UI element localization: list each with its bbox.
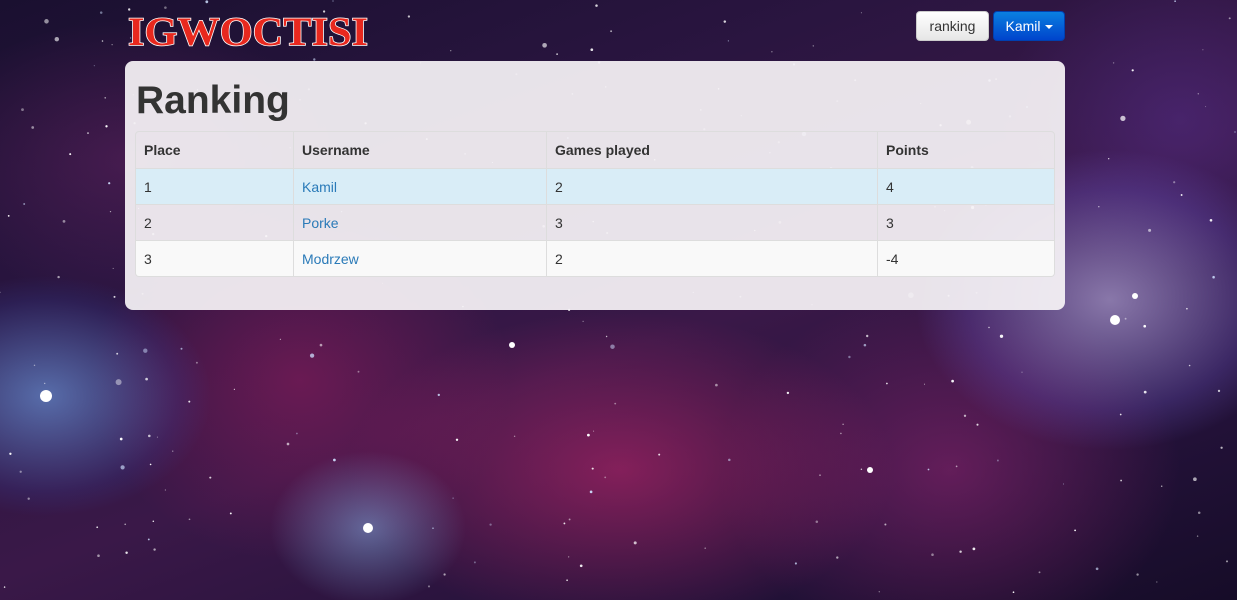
cell-games-played: 2 (546, 240, 877, 276)
username-link[interactable]: Kamil (302, 179, 337, 195)
cell-points: -4 (877, 240, 1054, 276)
column-header-place: Place (144, 142, 181, 158)
ranking-button[interactable]: ranking (916, 11, 989, 41)
svg-text:IGWOCTISI: IGWOCTISI (128, 9, 368, 52)
user-menu-button[interactable]: Kamil (993, 11, 1065, 41)
column-header-points: Points (877, 132, 1054, 168)
username-link[interactable]: Modrzew (302, 251, 359, 267)
table-row: 2 Porke 3 3 (136, 204, 1054, 240)
ranking-panel: Ranking Place Username Games played Poin… (125, 61, 1065, 310)
column-header-games-played: Games played (546, 132, 877, 168)
site-logo[interactable]: IGWOCTISI (126, 8, 372, 52)
table-header-row: Place Username Games played Points (136, 132, 1054, 168)
column-header-username: Username (293, 132, 546, 168)
table-row: 1 Kamil 2 4 (136, 168, 1054, 204)
table-row: 3 Modrzew 2 -4 (136, 240, 1054, 276)
cell-points: 3 (877, 204, 1054, 240)
cell-points: 4 (877, 168, 1054, 204)
cell-username: Porke (293, 204, 546, 240)
page-title: Ranking (136, 79, 290, 122)
cell-place: 2 (136, 204, 293, 240)
caret-down-icon (1044, 25, 1053, 30)
ranking-button-label: ranking (929, 18, 976, 34)
username-link[interactable]: Porke (302, 215, 339, 231)
cell-games-played: 3 (546, 204, 877, 240)
cell-username: Kamil (293, 168, 546, 204)
cell-place: 1 (136, 168, 293, 204)
ranking-table: Place Username Games played Points 1 Kam… (135, 131, 1055, 277)
cell-games-played: 2 (546, 168, 877, 204)
cell-place: 3 (136, 240, 293, 276)
cell-username: Modrzew (293, 240, 546, 276)
user-menu-label: Kamil (1005, 18, 1041, 34)
